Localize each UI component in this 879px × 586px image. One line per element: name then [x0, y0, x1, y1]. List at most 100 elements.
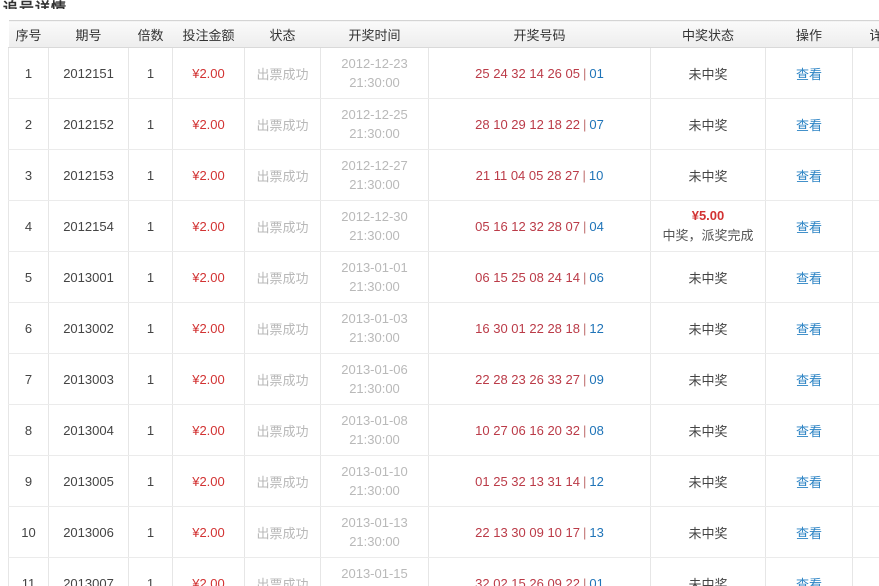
multiple-cell: 1: [129, 99, 173, 150]
number-separator: |: [580, 270, 589, 285]
number-separator: |: [580, 372, 589, 387]
column-header-draw_numbers: 开奖号码: [429, 21, 651, 48]
column-header-multiple: 倍数: [129, 21, 173, 48]
draw-numbers-cell: 05 16 12 32 28 07|04: [429, 201, 651, 252]
table-row: 520130011¥2.00出票成功2013-01-0121:30:0006 1…: [9, 252, 879, 303]
seq-cell: 8: [9, 405, 49, 456]
draw-clock: 21:30:00: [321, 328, 428, 347]
number-separator: |: [580, 321, 589, 336]
win-status-text: 未中奖: [688, 322, 727, 337]
view-link[interactable]: 查看: [796, 526, 822, 541]
win-status-cell: ¥5.00中奖，派奖完成: [651, 201, 766, 252]
blue-number: 13: [589, 525, 603, 540]
win-status-cell: 未中奖: [651, 150, 766, 201]
seq-value: 6: [25, 321, 32, 336]
amount-value: ¥2.00: [192, 270, 225, 285]
action-cell: 查看: [766, 354, 853, 405]
action-cell: 查看: [766, 252, 853, 303]
amount-value: ¥2.00: [192, 525, 225, 540]
win-status-cell: 未中奖: [651, 558, 766, 586]
draw-numbers-cell: 22 28 23 26 33 27|09: [429, 354, 651, 405]
draw-date: 2013-01-10: [321, 462, 428, 481]
period-value: 2013001: [63, 270, 114, 285]
win-status-text: 中奖，派奖完成: [651, 226, 765, 246]
view-link[interactable]: 查看: [796, 577, 822, 586]
multiple-cell: 1: [129, 354, 173, 405]
seq-cell: 11: [9, 558, 49, 586]
blue-number: 06: [589, 270, 603, 285]
view-link[interactable]: 查看: [796, 67, 822, 82]
seq-cell: 5: [9, 252, 49, 303]
status-cell: 出票成功: [245, 99, 321, 150]
action-cell: 查看: [766, 456, 853, 507]
action-cell: 查看: [766, 48, 853, 99]
status-cell: 出票成功: [245, 48, 321, 99]
period-cell: 2013006: [49, 507, 129, 558]
draw-time-cell: 2012-12-2721:30:00: [321, 150, 429, 201]
red-numbers: 22 28 23 26 33 27: [475, 372, 580, 387]
amount-value: ¥2.00: [192, 66, 225, 81]
number-separator: |: [580, 576, 589, 586]
period-cell: 2012153: [49, 150, 129, 201]
period-value: 2013003: [63, 372, 114, 387]
seq-cell: 1: [9, 48, 49, 99]
win-status-cell: 未中奖: [651, 456, 766, 507]
amount-cell: ¥2.00: [173, 201, 245, 252]
win-status-cell: 未中奖: [651, 507, 766, 558]
blue-number: 01: [589, 66, 603, 81]
extra-cell: [853, 354, 879, 405]
red-numbers: 28 10 29 12 18 22: [475, 117, 580, 132]
extra-cell: [853, 558, 879, 586]
table-row: 1120130071¥2.00出票成功2013-01-1521:30:0032 …: [9, 558, 879, 586]
amount-cell: ¥2.00: [173, 354, 245, 405]
multiple-value: 1: [147, 372, 154, 387]
seq-cell: 3: [9, 150, 49, 201]
multiple-cell: 1: [129, 303, 173, 354]
multiple-value: 1: [147, 219, 154, 234]
extra-cell: [853, 201, 879, 252]
status-value: 出票成功: [256, 118, 308, 133]
view-link[interactable]: 查看: [796, 271, 822, 286]
draw-time-cell: 2013-01-0121:30:00: [321, 252, 429, 303]
column-header-period: 期号: [49, 21, 129, 48]
blue-number: 07: [589, 117, 603, 132]
status-cell: 出票成功: [245, 405, 321, 456]
view-link[interactable]: 查看: [796, 169, 822, 184]
screen: 追号详情 序号期号倍数投注金额状态开奖时间开奖号码中奖状态操作详情 120121…: [0, 0, 879, 586]
column-header-amount: 投注金额: [173, 21, 245, 48]
view-link[interactable]: 查看: [796, 322, 822, 337]
view-link[interactable]: 查看: [796, 475, 822, 490]
red-numbers: 32 02 15 26 09 22: [475, 576, 580, 586]
number-separator: |: [580, 117, 589, 132]
seq-value: 7: [25, 372, 32, 387]
table-row: 220121521¥2.00出票成功2012-12-2521:30:0028 1…: [9, 99, 879, 150]
draw-numbers-cell: 21 11 04 05 28 27|10: [429, 150, 651, 201]
status-value: 出票成功: [256, 271, 308, 286]
view-link[interactable]: 查看: [796, 118, 822, 133]
draw-date: 2012-12-25: [321, 105, 428, 124]
view-link[interactable]: 查看: [796, 424, 822, 439]
table-row: 1020130061¥2.00出票成功2013-01-1321:30:0022 …: [9, 507, 879, 558]
draw-clock: 21:30:00: [321, 277, 428, 296]
multiple-value: 1: [147, 66, 154, 81]
draw-time-cell: 2013-01-0621:30:00: [321, 354, 429, 405]
column-header-status: 状态: [245, 21, 321, 48]
view-link[interactable]: 查看: [796, 373, 822, 388]
multiple-cell: 1: [129, 507, 173, 558]
amount-value: ¥2.00: [192, 168, 225, 183]
table-row: 920130051¥2.00出票成功2013-01-1021:30:0001 2…: [9, 456, 879, 507]
table-row: 320121531¥2.00出票成功2012-12-2721:30:0021 1…: [9, 150, 879, 201]
amount-cell: ¥2.00: [173, 48, 245, 99]
seq-cell: 2: [9, 99, 49, 150]
amount-value: ¥2.00: [192, 423, 225, 438]
view-link[interactable]: 查看: [796, 220, 822, 235]
status-value: 出票成功: [256, 577, 308, 586]
red-numbers: 16 30 01 22 28 18: [475, 321, 580, 336]
amount-value: ¥2.00: [192, 321, 225, 336]
win-status-text: 未中奖: [688, 526, 727, 541]
win-status-text: 未中奖: [688, 577, 727, 586]
status-value: 出票成功: [256, 526, 308, 541]
column-header-action: 操作: [766, 21, 853, 48]
action-cell: 查看: [766, 99, 853, 150]
win-status-cell: 未中奖: [651, 354, 766, 405]
